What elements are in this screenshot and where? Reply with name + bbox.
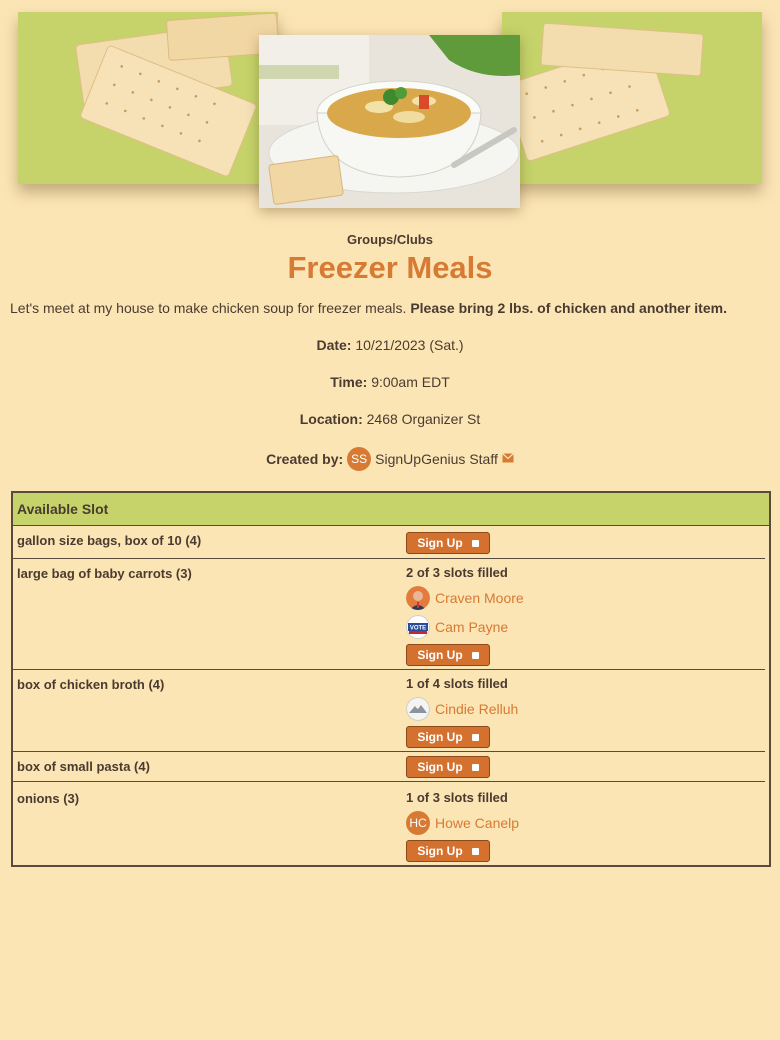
table-row: large bag of baby carrots (3) 2 of 3 slo…	[13, 559, 765, 670]
checkbox-icon[interactable]	[471, 733, 479, 741]
event-title: Freezer Meals	[287, 250, 493, 285]
soup-bowl-photo	[259, 35, 520, 208]
date-label: Date:	[316, 337, 352, 353]
location-label: Location:	[299, 411, 363, 427]
checkbox-icon[interactable]	[471, 763, 479, 771]
checkbox-icon[interactable]	[471, 847, 479, 855]
sign-up-label: Sign Up	[417, 844, 463, 858]
slot-item-name: gallon size bags, box of 10 (4)	[17, 533, 202, 548]
sign-up-button[interactable]: Sign Up	[406, 726, 490, 748]
created-by-label: Created by:	[266, 451, 344, 467]
time-value: 9:00am EDT	[371, 374, 450, 390]
table-header: Available Slot	[13, 493, 769, 526]
slots-filled-status: 1 of 4 slots filled	[406, 676, 508, 691]
participant-name[interactable]: Cindie Relluh	[435, 701, 518, 717]
crackers-image-right	[502, 12, 762, 184]
crackers-image-left	[18, 12, 278, 184]
event-description: Let's meet at my house to make chicken s…	[10, 300, 770, 316]
participant-name[interactable]: Howe Canelp	[435, 815, 519, 831]
sign-up-label: Sign Up	[417, 760, 463, 774]
mail-icon[interactable]	[501, 452, 514, 466]
slots-filled-status: 1 of 3 slots filled	[406, 790, 508, 805]
vote-badge-icon: VOTE	[406, 615, 430, 639]
event-creator: Created by: SS SignUpGenius Staff	[0, 447, 780, 471]
participant-avatar-initials: HC	[406, 811, 430, 835]
checkbox-icon[interactable]	[471, 539, 479, 547]
banner	[0, 0, 780, 225]
signup-table: Available Slot gallon size bags, box of …	[11, 491, 771, 867]
participant: Craven Moore	[406, 586, 524, 610]
event-date: Date: 10/21/2023 (Sat.)	[0, 337, 780, 353]
participant-name[interactable]: Craven Moore	[435, 590, 524, 606]
table-row: onions (3) 1 of 3 slots filled HC Howe C…	[13, 782, 765, 866]
date-value: 10/21/2023 (Sat.)	[355, 337, 464, 353]
description-bold-text: Please bring 2 lbs. of chicken and anoth…	[410, 300, 727, 316]
participant: HC Howe Canelp	[406, 811, 519, 835]
sign-up-button[interactable]: Sign Up	[406, 756, 490, 778]
sign-up-label: Sign Up	[417, 648, 463, 662]
participant-name[interactable]: Cam Payne	[435, 619, 508, 635]
slot-item-name: box of chicken broth (4)	[17, 677, 165, 692]
svg-text:VOTE: VOTE	[410, 626, 426, 632]
participant-avatar-photo	[406, 586, 430, 610]
table-row: gallon size bags, box of 10 (4) Sign Up	[13, 526, 765, 559]
slots-filled-status: 2 of 3 slots filled	[406, 565, 508, 580]
sign-up-label: Sign Up	[417, 730, 463, 744]
location-value: 2468 Organizer St	[366, 411, 481, 427]
event-time: Time: 9:00am EDT	[0, 374, 780, 390]
sign-up-label: Sign Up	[417, 536, 463, 550]
description-text: Let's meet at my house to make chicken s…	[10, 300, 407, 316]
sign-up-button[interactable]: Sign Up	[406, 532, 490, 554]
participant: Cindie Relluh	[406, 697, 518, 721]
event-category: Groups/Clubs	[347, 232, 433, 247]
creator-avatar: SS	[347, 447, 372, 471]
slot-item-name: box of small pasta (4)	[17, 759, 150, 774]
slot-item-name: large bag of baby carrots (3)	[17, 566, 192, 581]
sign-up-button[interactable]: Sign Up	[406, 644, 490, 666]
checkbox-icon[interactable]	[471, 651, 479, 659]
table-row: box of chicken broth (4) 1 of 4 slots fi…	[13, 670, 765, 752]
event-location: Location: 2468 Organizer St	[0, 411, 780, 427]
time-label: Time:	[330, 374, 368, 390]
sign-up-button[interactable]: Sign Up	[406, 840, 490, 862]
slot-item-name: onions (3)	[17, 791, 80, 806]
participant: VOTE Cam Payne	[406, 615, 524, 639]
table-row: box of small pasta (4) Sign Up	[13, 752, 765, 782]
creator-name: SignUpGenius Staff	[375, 451, 498, 467]
participant-avatar-mountain	[406, 697, 430, 721]
